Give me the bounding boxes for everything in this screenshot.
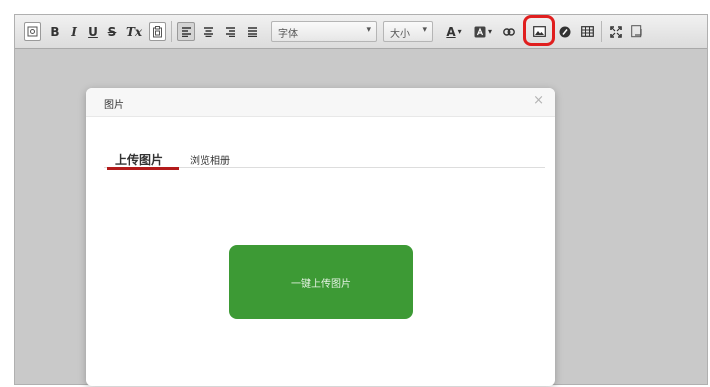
font-size-label: 大小 xyxy=(390,29,410,40)
omega-icon xyxy=(559,26,571,37)
clear-format-button[interactable]: Tx xyxy=(125,22,143,41)
align-left-icon xyxy=(181,26,191,37)
upload-button-label: 一键上传图片 xyxy=(291,278,351,290)
dialog-header: 图片 × xyxy=(86,88,555,117)
justify-icon xyxy=(247,26,257,37)
link-icon xyxy=(503,27,515,36)
fullscreen-button[interactable] xyxy=(607,22,625,41)
align-right-icon xyxy=(225,26,235,37)
close-icon[interactable]: × xyxy=(533,93,544,108)
table-icon xyxy=(580,26,594,37)
font-size-select[interactable]: 大小 ▾ xyxy=(383,21,433,42)
align-left-button[interactable] xyxy=(177,22,195,41)
resize-icon xyxy=(631,25,642,38)
align-center-button[interactable] xyxy=(199,22,217,41)
dialog-title: 图片 xyxy=(104,100,124,111)
chevron-down-icon: ▾ xyxy=(422,25,427,35)
rich-text-editor: B I U S Tx 字体 ▾ 大小 ▾ A ▾ ▾ 图片 × 上传图片 浏览相… xyxy=(14,14,708,386)
paste-icon xyxy=(153,25,162,37)
resize-handle-button[interactable] xyxy=(629,22,645,41)
font-family-select[interactable]: 字体 ▾ xyxy=(271,21,377,42)
image-button-highlight xyxy=(523,15,555,46)
source-code-button[interactable] xyxy=(24,22,41,41)
fullscreen-icon xyxy=(610,25,622,38)
image-dialog: 图片 × 上传图片 浏览相册 一键上传图片 xyxy=(86,88,555,386)
special-char-button[interactable] xyxy=(557,22,573,41)
paste-text-button[interactable] xyxy=(149,22,166,41)
chevron-down-icon: ▾ xyxy=(366,25,371,35)
font-family-label: 字体 xyxy=(278,29,298,40)
toolbar-separator xyxy=(171,21,172,42)
background-color-button[interactable]: ▾ xyxy=(471,22,495,41)
align-center-icon xyxy=(203,26,213,37)
underline-button[interactable]: U xyxy=(85,22,101,41)
font-color-glyph: A xyxy=(446,24,456,39)
insert-table-button[interactable] xyxy=(578,22,596,41)
bold-button[interactable]: B xyxy=(47,22,63,41)
link-button[interactable] xyxy=(501,22,517,41)
strikethrough-button[interactable]: S xyxy=(104,22,120,41)
chevron-down-icon: ▾ xyxy=(487,27,492,36)
align-right-button[interactable] xyxy=(221,22,239,41)
toolbar-separator xyxy=(601,21,602,42)
editor-toolbar: B I U S Tx 字体 ▾ 大小 ▾ A ▾ ▾ xyxy=(15,15,707,49)
active-tab-indicator xyxy=(107,167,179,170)
italic-button[interactable]: I xyxy=(66,22,82,41)
source-icon xyxy=(27,26,38,37)
chevron-down-icon: ▾ xyxy=(457,27,462,36)
tab-upload-image[interactable]: 上传图片 xyxy=(115,151,163,168)
background-color-icon xyxy=(474,26,486,37)
font-color-button[interactable]: A ▾ xyxy=(443,22,465,41)
justify-button[interactable] xyxy=(243,22,261,41)
tab-browse-album[interactable]: 浏览相册 xyxy=(190,152,230,167)
one-click-upload-button[interactable]: 一键上传图片 xyxy=(229,245,413,319)
